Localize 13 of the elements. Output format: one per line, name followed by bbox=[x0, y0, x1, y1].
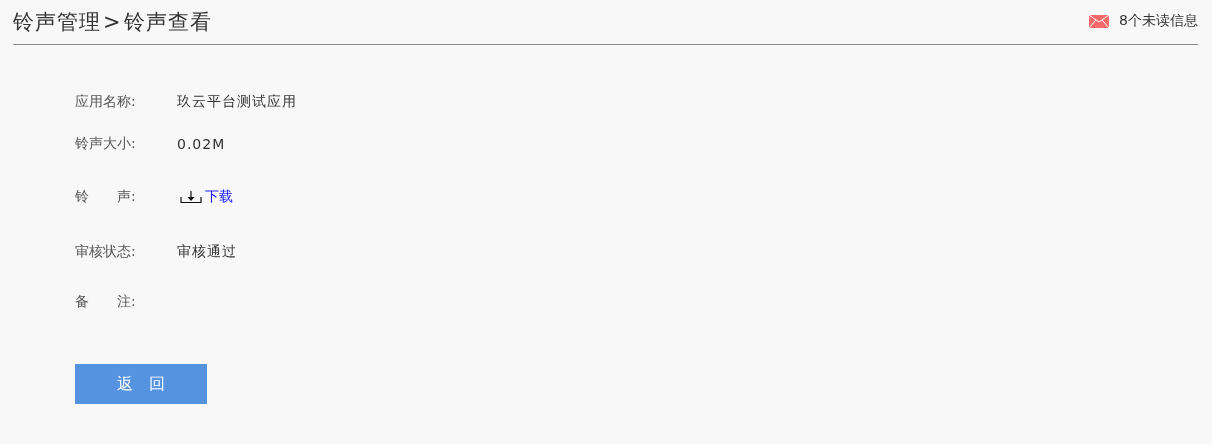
unread-messages-link[interactable]: 8个未读信息 bbox=[1119, 12, 1198, 30]
field-value: 审核通过 bbox=[177, 243, 237, 261]
field-label: 应用名称: bbox=[75, 93, 137, 111]
field-value: 0.02M bbox=[177, 136, 226, 152]
breadcrumb-separator: > bbox=[103, 10, 122, 34]
field-label: 备 注: bbox=[75, 293, 137, 311]
download-link[interactable]: 下载 bbox=[180, 188, 233, 206]
page-title: 铃声查看 bbox=[123, 9, 212, 36]
field-label: 铃声大小: bbox=[75, 135, 137, 153]
breadcrumb-link[interactable]: 铃声管理 bbox=[13, 8, 101, 36]
field-label: 铃 声: bbox=[75, 188, 137, 206]
field-label: 审核状态: bbox=[75, 243, 137, 261]
field-value: 玖云平台测试应用 bbox=[177, 93, 297, 111]
